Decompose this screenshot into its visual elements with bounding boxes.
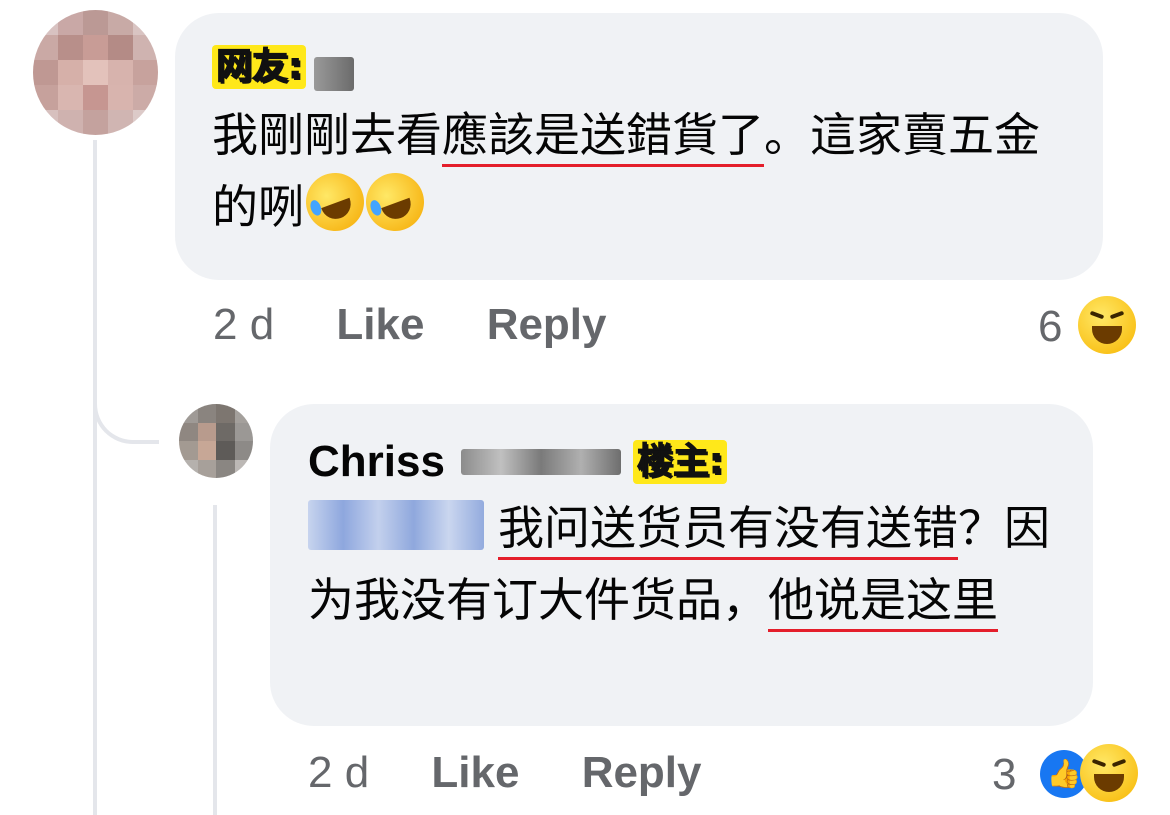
reply-button[interactable]: Reply — [487, 300, 607, 349]
rofl-emoji-icon — [297, 164, 373, 240]
comment-text: 我剛剛去看應該是送錯貨了。這家賣五金的咧 — [212, 99, 1082, 243]
underlined-text: 我问送货员有没有送 — [498, 501, 912, 560]
timestamp[interactable]: 2 d — [308, 748, 369, 797]
thread-connector — [93, 380, 159, 444]
comment-actions: 2 d Like Reply — [213, 300, 607, 350]
like-button[interactable]: Like — [336, 300, 424, 349]
commenter-tag: 网友: — [212, 45, 307, 89]
comment-actions: 2 d Like Reply — [308, 748, 702, 798]
like-button[interactable]: Like — [431, 748, 519, 797]
comment-bubble: Chriss 楼主: 我问送货员有没有送错？因为我没有订大件货品，他说是这里 — [270, 404, 1093, 726]
comment-text: 我问送货员有没有送错？因为我没有订大件货品，他说是这里 — [308, 492, 1068, 636]
timestamp[interactable]: 2 d — [213, 300, 274, 349]
reply-thread-line — [213, 505, 217, 815]
comment-bubble: 网友: 我剛剛去看應該是送錯貨了。這家賣五金的咧 — [175, 13, 1103, 280]
reaction-count[interactable]: 6 — [1038, 302, 1062, 352]
underlined-text: 他说是这里 — [768, 573, 998, 632]
rofl-emoji-icon — [357, 164, 433, 240]
commenter-name[interactable]: Chriss — [308, 437, 445, 487]
underlined-text: 错 — [912, 501, 958, 560]
blurred-mention — [308, 500, 484, 550]
blurred-username — [313, 56, 354, 91]
reaction-count[interactable]: 3 — [992, 750, 1016, 800]
underlined-text: 應該是送錯貨了 — [442, 108, 764, 167]
haha-emoji-icon[interactable] — [1080, 744, 1138, 802]
blurred-surname — [460, 449, 621, 475]
avatar[interactable] — [179, 404, 253, 478]
commenter-tag: 楼主: — [632, 440, 728, 484]
haha-emoji-icon[interactable] — [1078, 296, 1136, 354]
thread-line — [93, 140, 97, 815]
reply-button[interactable]: Reply — [582, 748, 702, 797]
avatar[interactable] — [33, 10, 158, 135]
